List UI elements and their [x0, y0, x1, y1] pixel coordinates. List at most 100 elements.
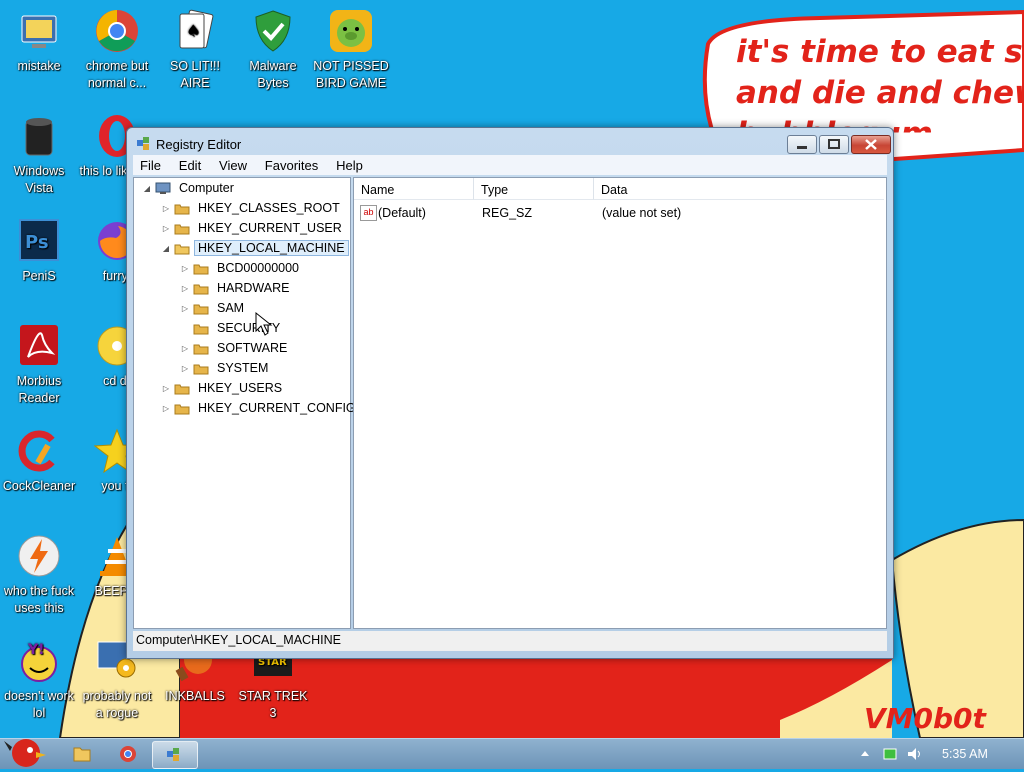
column-header-name[interactable]: Name: [354, 178, 474, 200]
photoshop-icon: Ps: [16, 218, 62, 264]
taskbar-regedit-button[interactable]: [152, 741, 198, 769]
expand-arrow-icon[interactable]: ▷: [180, 284, 190, 293]
desktop-icon-ccleaner[interactable]: CockCleaner: [0, 428, 78, 495]
desktop-icon-winamp[interactable]: who the fuck uses this: [0, 533, 78, 617]
folder-icon: [193, 322, 209, 335]
desktop-icon-vista[interactable]: Windows Vista: [0, 113, 78, 197]
folder-icon: [174, 402, 190, 415]
show-hidden-icons-icon[interactable]: [860, 749, 870, 759]
computer-icon: [155, 182, 171, 195]
status-path: Computer\HKEY_LOCAL_MACHINE: [136, 633, 341, 647]
desktop-icon-yahoo[interactable]: Y! doesn't work lol: [0, 638, 78, 722]
tree-node-bcd[interactable]: ▷ BCD00000000: [180, 259, 303, 277]
desktop-icon-acrobat[interactable]: Morbius Reader: [0, 323, 78, 407]
ccleaner-icon: [16, 428, 62, 474]
svg-text:♠: ♠: [186, 21, 200, 40]
folder-icon: [193, 282, 209, 295]
volume-icon[interactable]: [906, 746, 924, 762]
key-tree-pane[interactable]: ◢ Computer ▷ HKEY_CLASSES_ROOT ▷ HKEY_CU…: [133, 177, 356, 629]
expand-arrow-icon[interactable]: ▷: [180, 344, 190, 353]
taskbar-chrome-button[interactable]: [106, 741, 150, 767]
expand-arrow-icon[interactable]: ▷: [180, 364, 190, 373]
taskbar-explorer-button[interactable]: [60, 741, 104, 767]
yahoo-icon: Y!: [16, 638, 62, 684]
status-bar: Computer\HKEY_LOCAL_MACHINE: [133, 631, 887, 651]
expand-arrow-icon[interactable]: ▷: [161, 204, 171, 213]
column-header-type[interactable]: Type: [474, 178, 594, 200]
tree-node-hardware[interactable]: ▷ HARDWARE: [180, 279, 293, 297]
taskbar: 5:35 AM: [0, 738, 1024, 769]
mouse-cursor-icon: [255, 311, 273, 336]
network-icon[interactable]: [882, 746, 898, 762]
pig-icon: [328, 8, 374, 54]
minimize-button[interactable]: [787, 135, 817, 154]
tree-node-hklm[interactable]: ◢ HKEY_LOCAL_MACHINE: [161, 239, 349, 257]
menu-help[interactable]: Help: [329, 155, 370, 173]
desktop-icon-photoshop[interactable]: Ps PeniS: [0, 218, 78, 285]
value-type: REG_SZ: [482, 206, 533, 220]
string-value-icon: ab: [360, 205, 377, 221]
maximize-icon: [828, 139, 840, 149]
folder-icon: [193, 262, 209, 275]
value-name: (Default): [378, 206, 426, 220]
tree-node-system[interactable]: ▷ SYSTEM: [180, 359, 272, 377]
menu-favorites[interactable]: Favorites: [258, 155, 325, 173]
column-header-data[interactable]: Data: [594, 178, 884, 200]
acrobat-icon: [16, 323, 62, 369]
taskbar-clock[interactable]: 5:35 AM: [942, 747, 988, 761]
menu-edit[interactable]: Edit: [172, 155, 208, 173]
registry-editor-window[interactable]: Registry Editor File Edit View Favorites…: [126, 127, 894, 659]
desktop-icon-chrome[interactable]: chrome but normal c...: [78, 8, 156, 92]
menu-view[interactable]: View: [212, 155, 254, 173]
desktop-icon-malwarebytes[interactable]: Malware Bytes: [234, 8, 312, 92]
registry-icon: [136, 136, 151, 151]
collapse-arrow-icon[interactable]: ◢: [161, 244, 171, 253]
expand-arrow-icon[interactable]: ▷: [161, 404, 171, 413]
svg-text:Y!: Y!: [27, 642, 45, 658]
tree-node-software[interactable]: ▷ SOFTWARE: [180, 339, 291, 357]
menu-bar: File Edit View Favorites Help: [133, 155, 887, 175]
window-title: Registry Editor: [156, 137, 242, 152]
folder-icon: [174, 382, 190, 395]
folder-icon: [73, 747, 91, 762]
tree-node-hkcc[interactable]: ▷ HKEY_CURRENT_CONFIG: [161, 399, 360, 417]
title-bar[interactable]: Registry Editor: [127, 128, 893, 156]
expand-arrow-icon[interactable]: ▷: [180, 304, 190, 313]
minimize-icon: [797, 146, 807, 149]
svg-text:Ps: Ps: [25, 232, 49, 253]
menu-file[interactable]: File: [133, 155, 168, 173]
table-row[interactable]: ab (Default) REG_SZ (value not set): [354, 202, 884, 222]
desktop-icon-mistake[interactable]: mistake: [0, 8, 78, 75]
folder-icon: [193, 362, 209, 375]
expand-arrow-icon[interactable]: ▷: [180, 264, 190, 273]
tree-node-hku[interactable]: ▷ HKEY_USERS: [161, 379, 286, 397]
collapse-arrow-icon[interactable]: ◢: [142, 184, 152, 193]
folder-icon: [193, 302, 209, 315]
wallpaper-signature: VM0b0t: [864, 702, 986, 735]
cards-icon: ♠: [172, 8, 218, 54]
monitor-icon: [16, 8, 62, 54]
folder-icon: [174, 222, 190, 235]
angry-bird-icon: [4, 739, 46, 767]
start-button[interactable]: [2, 733, 46, 769]
tree-node-hkcu[interactable]: ▷ HKEY_CURRENT_USER: [161, 219, 346, 237]
folder-icon: [174, 202, 190, 215]
chrome-icon: [94, 8, 140, 54]
tree-node-sam[interactable]: ▷ SAM: [180, 299, 248, 317]
winamp-icon: [16, 533, 62, 579]
close-button[interactable]: [851, 135, 891, 154]
folder-open-icon: [174, 242, 190, 255]
shield-icon: [250, 8, 296, 54]
tree-node-computer[interactable]: ◢ Computer: [142, 179, 238, 197]
folder-icon: [193, 342, 209, 355]
values-list-pane[interactable]: Name Type Data ab (Default) REG_SZ (valu…: [353, 177, 887, 629]
close-icon: [865, 139, 877, 150]
registry-icon: [167, 748, 179, 761]
expand-arrow-icon[interactable]: ▷: [161, 224, 171, 233]
expand-arrow-icon[interactable]: ▷: [161, 384, 171, 393]
value-data: (value not set): [602, 206, 682, 220]
desktop-icon-pigs[interactable]: NOT PISSED BIRD GAME: [312, 8, 390, 92]
maximize-button[interactable]: [819, 135, 849, 154]
desktop-icon-solitaire[interactable]: ♠ SO LIT!!! AIRE: [156, 8, 234, 92]
tree-node-hkcr[interactable]: ▷ HKEY_CLASSES_ROOT: [161, 199, 344, 217]
